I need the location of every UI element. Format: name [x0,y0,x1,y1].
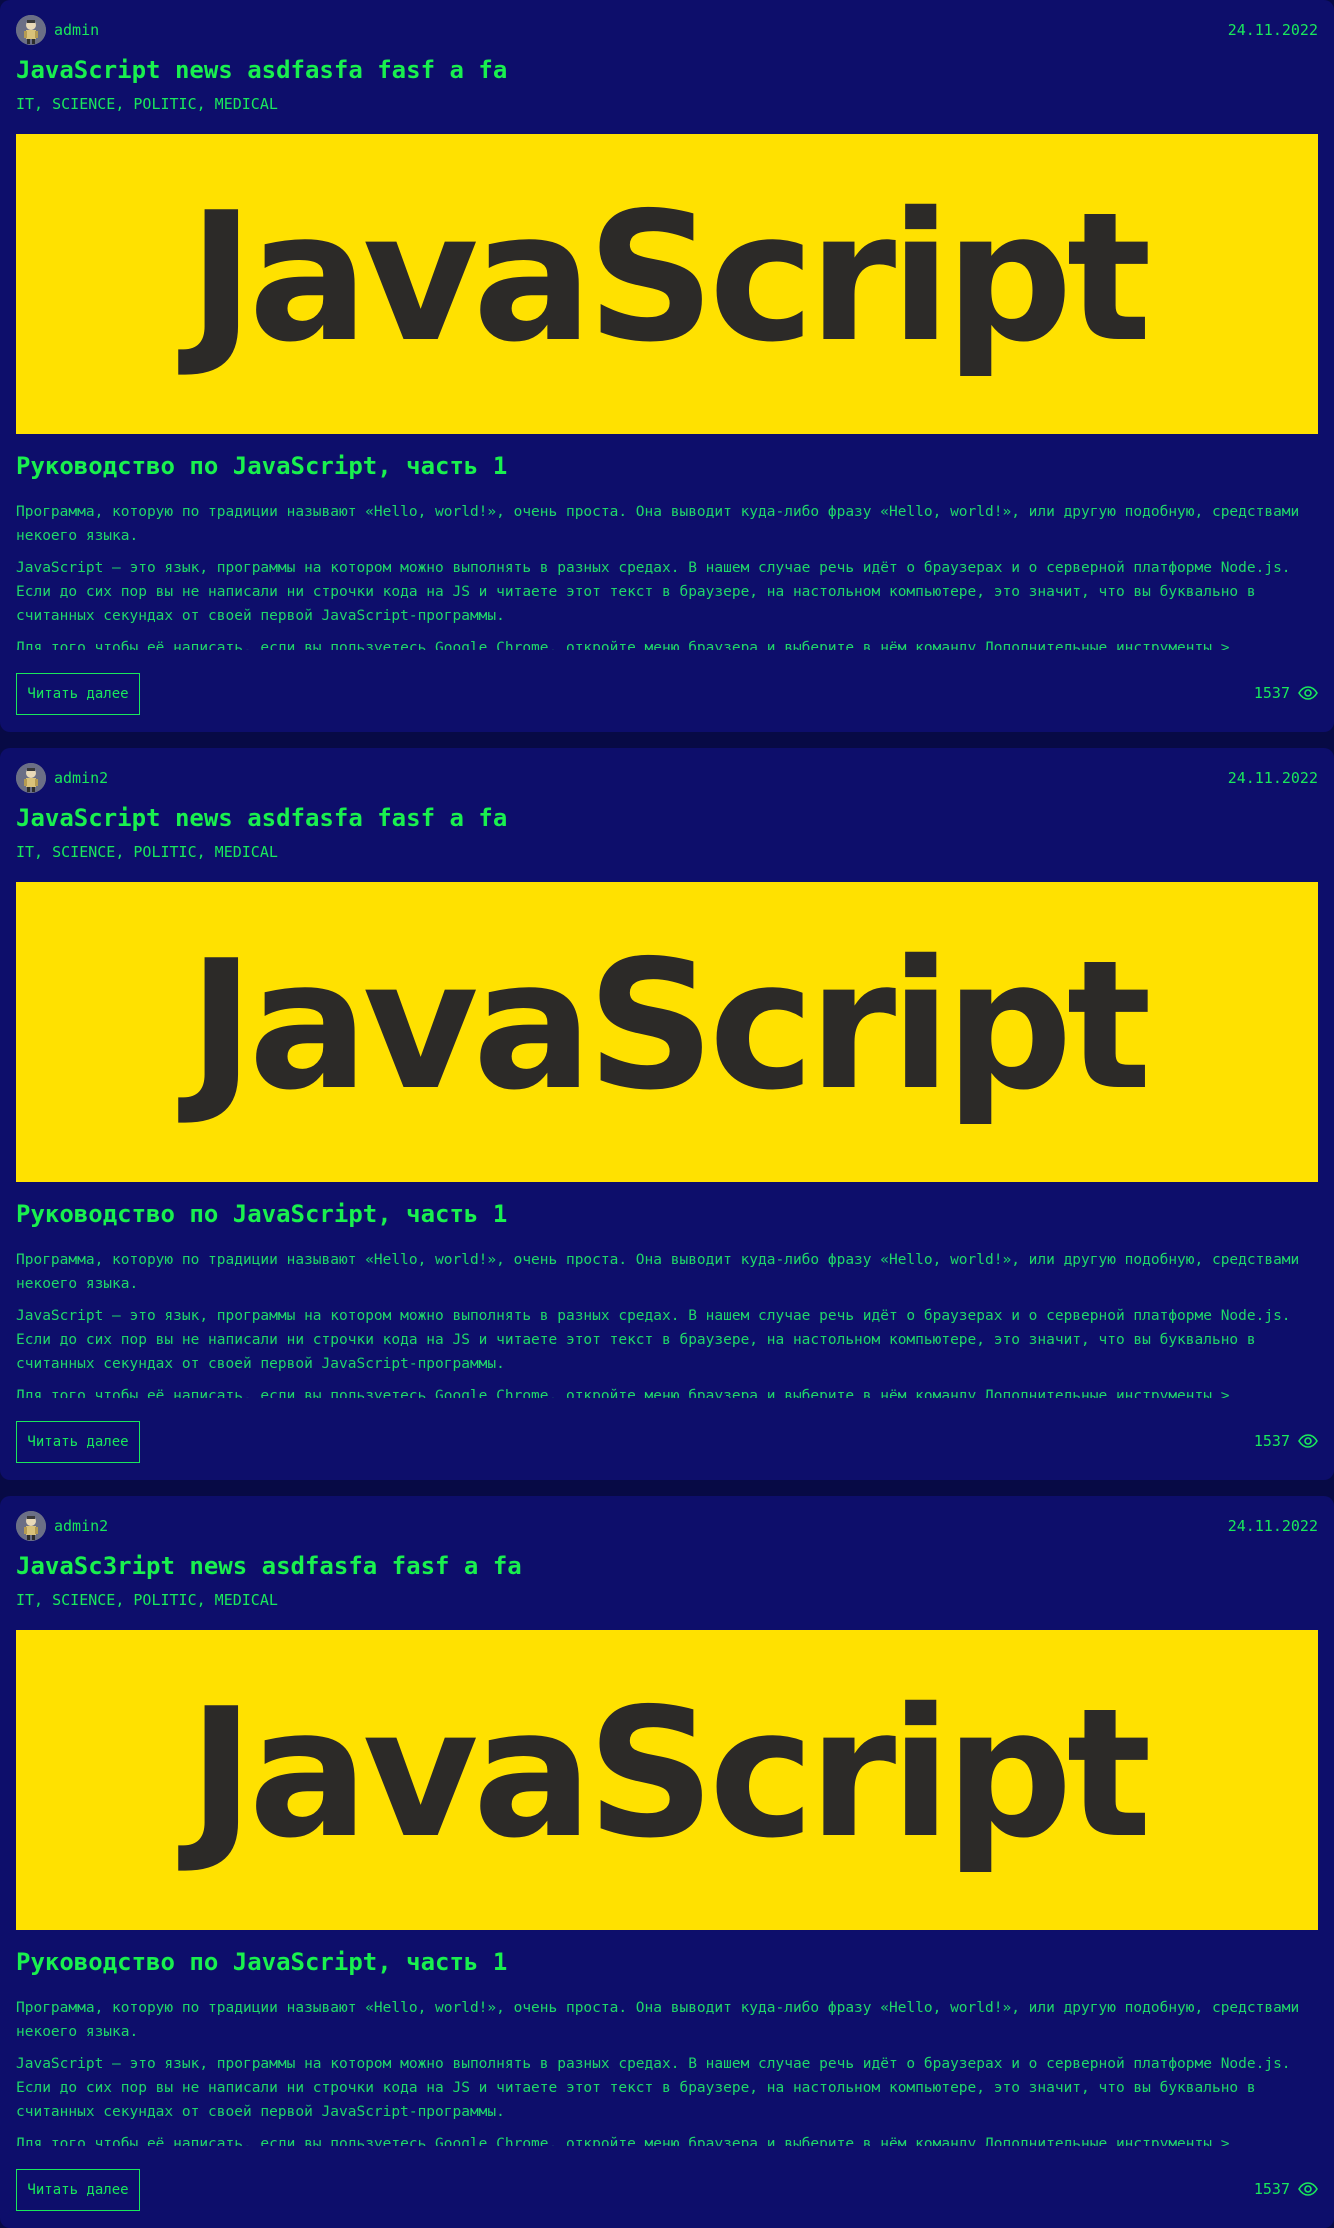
read-more-button[interactable]: Читать далее [16,1421,140,1463]
read-more-button[interactable]: Читать далее [16,2169,140,2211]
post-header: admin2 24.11.2022 [16,762,1318,794]
content-excerpt: Программа, которую по традиции называют … [16,500,1318,650]
post-title[interactable]: JavaScript news asdfasfa fasf a fa [16,804,507,832]
content-heading: Руководство по JavaScript, часть 1 [16,1948,508,1976]
content-excerpt: Программа, которую по традиции называют … [16,1996,1318,2146]
content-paragraph: JavaScript — это язык, программы на кото… [16,2056,1291,2120]
avatar-icon[interactable] [16,763,46,793]
content-paragraph: Программа, которую по традиции называют … [16,2000,1300,2040]
eye-icon [1298,686,1318,700]
content-paragraph: Для того чтобы её написать, если вы поль… [16,640,1230,650]
post-image: JavaScript [16,1630,1318,1930]
views-count: 1537 [1253,1432,1290,1450]
content-heading: Руководство по JavaScript, часть 1 [16,1200,508,1228]
post-image: JavaScript [16,882,1318,1182]
post-tags: IT, SCIENCE, POLITIC, MEDICAL [16,95,278,113]
post-tags: IT, SCIENCE, POLITIC, MEDICAL [16,1591,278,1609]
author-name[interactable]: admin2 [54,769,108,787]
views-count: 1537 [1253,2180,1290,2198]
author-name[interactable]: admin [54,21,99,39]
author-name[interactable]: admin2 [54,1517,108,1535]
views-counter: 1537 [1254,1432,1318,1450]
read-more-button[interactable]: Читать далее [16,673,140,715]
avatar-icon[interactable] [16,1511,46,1541]
content-paragraph: JavaScript — это язык, программы на кото… [16,1308,1291,1372]
eye-icon [1298,2182,1318,2196]
post-tags: IT, SCIENCE, POLITIC, MEDICAL [16,843,278,861]
content-paragraph: Программа, которую по традиции называют … [16,1252,1300,1292]
content-paragraph: Программа, которую по традиции называют … [16,504,1300,544]
news-feed: admin 24.11.2022 JavaScript news asdfasf… [0,0,1334,2228]
post-image: JavaScript [16,134,1318,434]
javascript-logo-image: JavaScript [178,922,1153,1129]
author-link[interactable]: admin [16,15,99,45]
news-post: admin 24.11.2022 JavaScript news asdfasf… [0,0,1334,732]
javascript-logo-image: JavaScript [178,174,1153,381]
eye-icon [1298,1434,1318,1448]
author-link[interactable]: admin2 [16,763,108,793]
post-header: admin 24.11.2022 [16,14,1318,46]
views-counter: 1537 [1254,2180,1318,2198]
content-heading: Руководство по JavaScript, часть 1 [16,452,508,480]
news-post: admin2 24.11.2022 JavaSc3ript news asdfa… [0,1496,1334,2228]
views-counter: 1537 [1254,684,1318,702]
javascript-logo-image: JavaScript [178,1670,1153,1877]
post-title[interactable]: JavaSc3ript news asdfasfa fasf a fa [16,1552,522,1580]
image-logo-text: JavaScript [178,174,1147,381]
post-title[interactable]: JavaScript news asdfasfa fasf a fa [16,56,507,84]
author-link[interactable]: admin2 [16,1511,108,1541]
image-logo-text: JavaScript [178,1670,1147,1877]
post-date: 24.11.2022 [1227,1517,1318,1535]
news-post: admin2 24.11.2022 JavaScript news asdfas… [0,748,1334,1480]
post-date: 24.11.2022 [1227,21,1318,39]
avatar-icon[interactable] [16,15,46,45]
content-paragraph: Для того чтобы её написать, если вы поль… [16,2136,1230,2146]
post-header: admin2 24.11.2022 [16,1510,1318,1542]
content-paragraph: JavaScript — это язык, программы на кото… [16,560,1291,624]
content-excerpt: Программа, которую по традиции называют … [16,1248,1318,1398]
views-count: 1537 [1253,684,1290,702]
image-logo-text: JavaScript [178,922,1147,1129]
content-paragraph: Для того чтобы её написать, если вы поль… [16,1388,1230,1398]
post-date: 24.11.2022 [1227,769,1318,787]
